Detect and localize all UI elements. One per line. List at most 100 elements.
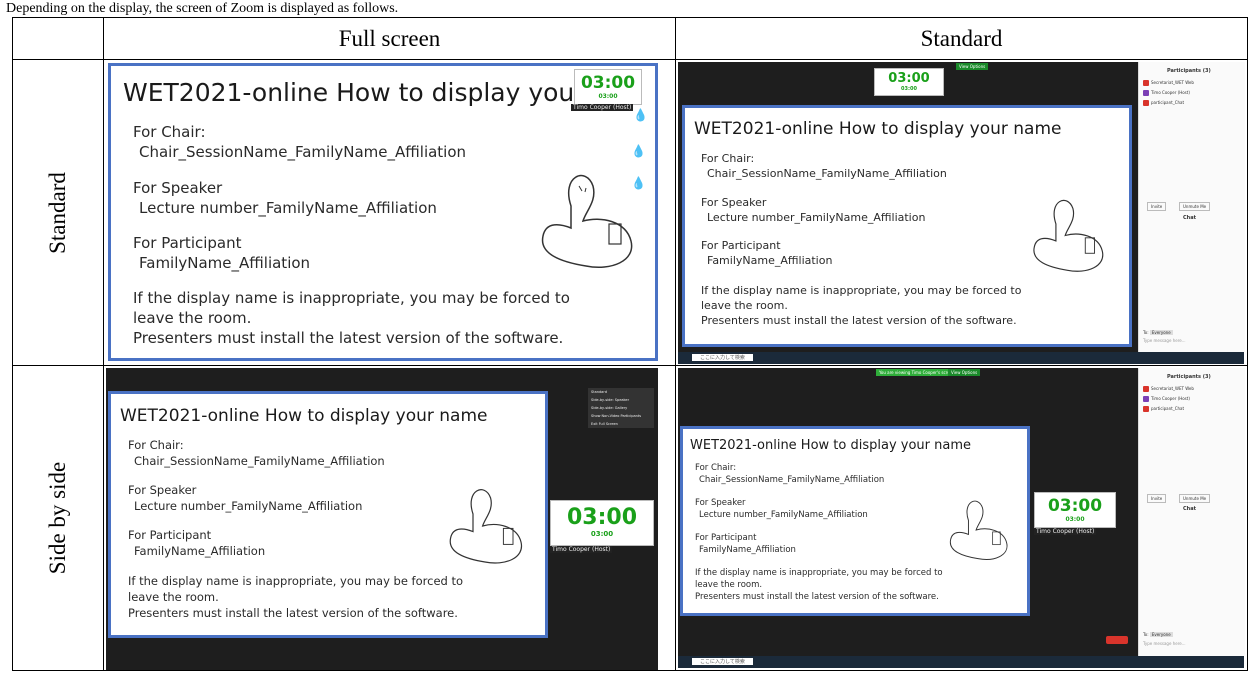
- caption: Depending on the display, the screen of …: [6, 1, 399, 16]
- avatar: [1143, 80, 1149, 86]
- invite-button[interactable]: Invite: [1147, 494, 1167, 503]
- participant-row[interactable]: Timo Cooper (Host): [1143, 90, 1190, 96]
- chair-format: Chair_SessionName_FamilyName_Affiliation: [134, 454, 385, 468]
- view-options-button[interactable]: View Options: [956, 63, 989, 70]
- chair-heading: For Chair:: [128, 438, 184, 452]
- screenshot-fullscreen-standard: WET2021-online How to display your n For…: [103, 59, 676, 366]
- note-line-2: leave the room.: [128, 590, 219, 604]
- chair-format: Chair_SessionName_FamilyName_Affiliation: [707, 167, 947, 180]
- taskbar-search[interactable]: ここに入力して検索: [692, 658, 753, 665]
- menu-item-standard[interactable]: Standard: [588, 388, 654, 396]
- zoom-display-table: Full screen Standard Standard WET2021-on…: [12, 17, 1248, 671]
- avatar: [1143, 100, 1149, 106]
- unmute-button[interactable]: Unmute Me: [1179, 494, 1211, 503]
- speaker-format: Lecture number_FamilyName_Affiliation: [707, 211, 926, 224]
- avatar: [1143, 90, 1149, 96]
- unmute-button[interactable]: Unmute Me: [1179, 202, 1211, 211]
- row-header-standard: Standard: [12, 59, 104, 366]
- timer-value: 03:00: [888, 71, 930, 86]
- screenshot-standard-standard: View Options 03:00 03:00 WET2021-online …: [675, 59, 1248, 366]
- chat-title: Chat: [1183, 215, 1196, 221]
- note-line-3: Presenters must install the latest versi…: [701, 314, 1017, 327]
- chat-input[interactable]: Type message here...: [1143, 641, 1186, 646]
- droplet-icon: 💧: [631, 144, 646, 158]
- note-line-1: If the display name is inappropriate, yo…: [701, 284, 1022, 297]
- note-line-3: Presenters must install the latest versi…: [133, 329, 564, 347]
- participant-heading: For Participant: [133, 234, 242, 252]
- participant-heading: For Participant: [701, 239, 781, 252]
- timer-subvalue: 03:00: [901, 86, 917, 92]
- note-line-2: leave the room.: [695, 580, 763, 590]
- chat-to-label: To: Everyone: [1143, 632, 1173, 637]
- avatar: [1143, 386, 1149, 392]
- viewing-screen-banner: You are viewing Timo Cooper's screen: [876, 369, 958, 376]
- note-line-2: leave the room.: [133, 309, 252, 327]
- slide-title: WET2021-online How to display your n: [123, 78, 609, 107]
- participant-row[interactable]: participant_Chat: [1143, 100, 1184, 106]
- windows-taskbar: ここに入力して検索: [678, 352, 1244, 364]
- column-header-full-screen: Full screen: [103, 17, 676, 60]
- speaker-heading: For Speaker: [695, 498, 746, 508]
- drinking-figure-illustration: [541, 174, 633, 268]
- speaker-heading: For Speaker: [133, 179, 223, 197]
- chair-format: Chair_SessionName_FamilyName_Affiliation: [139, 143, 467, 161]
- video-name-tag: Timo Cooper (Host): [1034, 528, 1097, 535]
- view-options-button[interactable]: View Options: [948, 369, 981, 376]
- participant-heading: For Participant: [695, 533, 757, 543]
- timer-subvalue: 03:00: [1065, 516, 1085, 523]
- chair-heading: For Chair:: [695, 463, 737, 473]
- timer-value: 03:00: [566, 505, 638, 530]
- droplet-icon: 💧: [633, 108, 648, 122]
- taskbar-search[interactable]: ここに入力して検索: [692, 354, 753, 361]
- menu-item-side-gallery[interactable]: Side-by-side: Gallery: [588, 404, 654, 412]
- chat-to-label: To: Everyone: [1143, 330, 1173, 335]
- participants-title: Participants (3): [1167, 68, 1211, 74]
- chat-input[interactable]: Type message here...: [1143, 338, 1186, 343]
- countdown-timer: 03:00 03:00: [574, 69, 642, 105]
- note-line-3: Presenters must install the latest versi…: [695, 592, 939, 602]
- avatar: [1143, 396, 1149, 402]
- chair-heading: For Chair:: [133, 123, 206, 141]
- note-line-1: If the display name is inappropriate, yo…: [128, 574, 464, 588]
- countdown-timer: 03:00 03:00: [1034, 492, 1116, 528]
- menu-item-side-speaker[interactable]: Side-by-side: Speaker: [588, 396, 654, 404]
- invite-button[interactable]: Invite: [1147, 202, 1167, 211]
- timer-value: 03:00: [580, 73, 636, 93]
- note-line-3: Presenters must install the latest versi…: [128, 606, 458, 620]
- drinking-figure-illustration: [949, 500, 1008, 560]
- participants-panel: Participants (3) Secretariat_WET Web Tim…: [1138, 62, 1245, 352]
- participant-format: FamilyName_Affiliation: [707, 254, 833, 267]
- menu-item-exit-full-screen[interactable]: Exit Full Screen: [588, 420, 654, 428]
- countdown-timer: 03:00 03:00: [550, 500, 654, 546]
- screenshot-fullscreen-side-by-side: WET2021-online How to display your name …: [103, 365, 676, 671]
- windows-taskbar: ここに入力して検索: [678, 656, 1244, 668]
- participants-panel: Participants (3) Secretariat_WET Web Tim…: [1138, 368, 1245, 656]
- column-header-standard: Standard: [675, 17, 1248, 60]
- speaker-format: Lecture number_FamilyName_Affiliation: [699, 510, 868, 520]
- shared-slide: WET2021-online How to display your name …: [682, 105, 1132, 347]
- participant-row[interactable]: Timo Cooper (Host): [1143, 396, 1190, 402]
- participant-row[interactable]: Secretariat_WET Web: [1143, 386, 1194, 392]
- participant-format: FamilyName_Affiliation: [139, 254, 311, 272]
- note-line-1: If the display name is inappropriate, yo…: [695, 568, 943, 578]
- note-line-2: leave the room.: [701, 299, 788, 312]
- end-meeting-button[interactable]: [1106, 636, 1128, 644]
- video-name-tag: Timo Cooper (Host): [550, 546, 613, 553]
- row-label-side-by-side: Side by side: [45, 461, 70, 575]
- speaker-format: Lecture number_FamilyName_Affiliation: [139, 199, 437, 217]
- row-label-standard: Standard: [45, 171, 70, 254]
- chat-title: Chat: [1183, 506, 1196, 512]
- participant-row[interactable]: participant_Chat: [1143, 406, 1184, 412]
- chair-format: Chair_SessionName_FamilyName_Affiliation: [699, 475, 885, 485]
- participant-row[interactable]: Secretariat_WET Web: [1143, 80, 1194, 86]
- slide-title: WET2021-online How to display your name: [690, 438, 972, 453]
- menu-item-show-non-video[interactable]: Show Non-Video Participants: [588, 412, 654, 420]
- shared-slide: WET2021-online How to display your name …: [108, 391, 548, 638]
- speaker-heading: For Speaker: [701, 196, 767, 209]
- chair-heading: For Chair:: [701, 152, 755, 165]
- timer-subvalue: 03:00: [590, 530, 614, 538]
- participants-title: Participants (3): [1167, 374, 1211, 380]
- drinking-figure-illustration: [1033, 199, 1104, 272]
- view-menu: Standard Side-by-side: Speaker Side-by-s…: [588, 388, 654, 428]
- drinking-figure-illustration: [449, 489, 523, 564]
